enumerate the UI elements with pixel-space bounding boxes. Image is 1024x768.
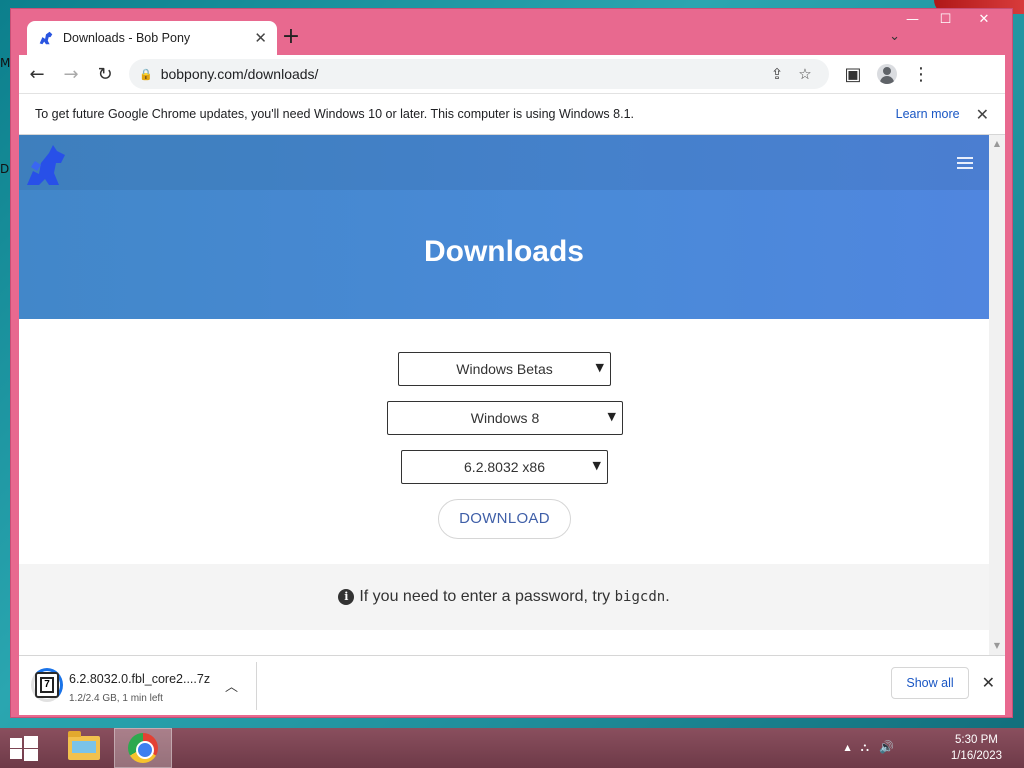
browser-window: — ☐ ✕ Downloads - Bob Pony ✕ + ⌄ ← → ↻ 🔒… <box>10 8 1013 718</box>
page-title: Downloads <box>423 235 584 268</box>
windows-start-icon[interactable] <box>10 736 38 761</box>
infobar-close-icon[interactable]: ✕ <box>976 105 989 124</box>
network-icon[interactable]: ⛬ <box>861 740 869 756</box>
tab-downloads[interactable]: Downloads - Bob Pony ✕ <box>27 21 277 55</box>
scroll-down-arrow-icon[interactable]: ▼ <box>989 639 1005 653</box>
download-button[interactable]: DOWNLOAD <box>438 499 571 539</box>
chrome-icon <box>128 733 158 763</box>
os-select[interactable]: Windows 8 ▼ <box>387 401 623 435</box>
share-icon[interactable]: ⇪ <box>763 65 791 83</box>
system-tray: ▲ ⛬ 🔊 <box>844 740 894 756</box>
chevron-down-icon: ▼ <box>592 459 601 472</box>
note-password: bigcdn <box>614 589 666 605</box>
password-note: i If you need to enter a password, try b… <box>19 564 989 630</box>
page-content: Downloads Windows Betas ▼ Windows 8 ▼ 6.… <box>19 135 1005 655</box>
clock-date: 1/16/2023 <box>950 750 1002 762</box>
shelf-close-icon[interactable]: ✕ <box>982 673 995 692</box>
browser-toolbar: ← → ↻ 🔒 bobpony.com/downloads/ ⇪ ☆ ▣ ⋮ <box>19 55 1005 93</box>
minimize-button[interactable]: — <box>896 9 929 31</box>
chevron-down-icon: ▼ <box>595 361 604 374</box>
show-all-button[interactable]: Show all <box>891 667 969 699</box>
learn-more-link[interactable]: Learn more <box>896 107 960 121</box>
build-select[interactable]: 6.2.8032 x86 ▼ <box>401 450 608 484</box>
tab-close-icon[interactable]: ✕ <box>254 29 267 47</box>
close-window-button[interactable]: ✕ <box>962 9 1006 31</box>
side-panel-icon[interactable]: ▣ <box>837 58 869 90</box>
archive-file-icon: 7 <box>35 672 59 698</box>
bob-pony-logo[interactable] <box>23 141 69 189</box>
os-select-value: Windows 8 <box>470 410 540 426</box>
scroll-up-arrow-icon[interactable]: ▲ <box>989 137 1005 151</box>
category-select-value: Windows Betas <box>456 361 553 377</box>
update-infobar: To get future Google Chrome updates, you… <box>19 93 1005 135</box>
avatar-icon <box>877 64 897 84</box>
address-bar[interactable]: 🔒 bobpony.com/downloads/ ⇪ ☆ <box>129 59 829 89</box>
bob-pony-favicon-icon <box>39 31 53 45</box>
volume-icon[interactable]: 🔊 <box>879 740 894 756</box>
build-select-value: 6.2.8032 x86 <box>464 459 545 475</box>
hamburger-menu-icon[interactable] <box>957 157 973 169</box>
bookmark-star-icon[interactable]: ☆ <box>791 65 819 83</box>
chevron-up-icon[interactable]: ︿ <box>225 676 238 695</box>
site-header <box>19 135 989 190</box>
url-text[interactable]: bobpony.com/downloads/ <box>161 66 763 82</box>
hero-banner: Downloads <box>19 135 989 319</box>
folder-icon <box>68 731 100 760</box>
window-controls: — ☐ ✕ <box>896 9 1006 31</box>
taskbar: ▲ ⛬ 🔊 5:30 PM 1/16/2023 <box>0 728 1024 768</box>
maximize-button[interactable]: ☐ <box>929 9 962 31</box>
page-scrollbar[interactable]: ▲ ▼ <box>989 135 1005 655</box>
taskbar-clock[interactable]: 5:30 PM 1/16/2023 <box>951 732 1002 764</box>
note-period: . <box>665 588 670 605</box>
tray-expand-icon[interactable]: ▲ <box>844 740 850 756</box>
download-item[interactable]: 7 6.2.8032.0.fbl_core2....7z 1.2/2.4 GB,… <box>19 662 257 710</box>
profile-button[interactable] <box>871 58 903 90</box>
download-file-name: 6.2.8032.0.fbl_core2....7z <box>69 672 211 686</box>
note-text: If you need to enter a password, try <box>359 588 611 605</box>
tab-search-chevron-icon[interactable]: ⌄ <box>889 29 900 44</box>
forward-button[interactable]: → <box>55 58 87 90</box>
chrome-menu-icon[interactable]: ⋮ <box>905 58 937 90</box>
tab-title: Downloads - Bob Pony <box>63 31 191 45</box>
back-button[interactable]: ← <box>21 58 53 90</box>
lock-icon[interactable]: 🔒 <box>139 68 153 81</box>
category-select[interactable]: Windows Betas ▼ <box>398 352 611 386</box>
file-explorer-taskbar-button[interactable] <box>55 728 113 768</box>
download-shelf: 7 6.2.8032.0.fbl_core2....7z 1.2/2.4 GB,… <box>19 655 1005 715</box>
desktop-edge-label: M D <box>0 56 11 176</box>
chevron-down-icon: ▼ <box>607 410 616 423</box>
infobar-message: To get future Google Chrome updates, you… <box>35 107 634 121</box>
clock-time: 5:30 PM <box>955 734 998 746</box>
chrome-taskbar-button[interactable] <box>114 728 172 768</box>
download-status: 1.2/2.4 GB, 1 min left <box>69 693 163 704</box>
reload-button[interactable]: ↻ <box>89 58 121 90</box>
info-icon: i <box>338 589 355 605</box>
new-tab-button[interactable]: + <box>279 26 303 50</box>
